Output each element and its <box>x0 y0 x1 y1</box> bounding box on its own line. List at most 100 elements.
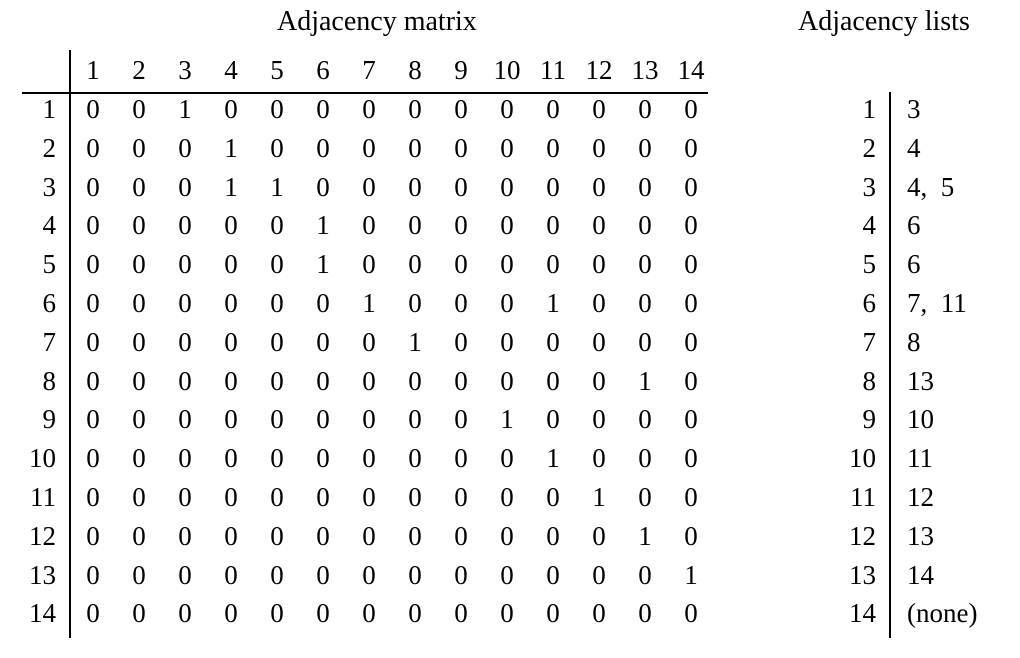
list-neighbors: (none) <box>907 598 978 629</box>
matrix-cell: 0 <box>224 249 238 280</box>
row-header: 1 <box>42 94 57 124</box>
matrix-cell: 0 <box>224 288 238 318</box>
matrix-cell: 0 <box>178 598 192 629</box>
list-neighbors: 3 <box>907 94 921 124</box>
matrix-cell: 0 <box>638 210 652 241</box>
row-header: 3 <box>42 171 57 202</box>
list-row: 13 14 <box>800 559 1015 598</box>
matrix-cell: 0 <box>362 210 376 241</box>
matrix-cell: 1 <box>500 404 514 435</box>
matrix-cell: 1 <box>178 94 192 124</box>
row-header: 2 <box>42 132 57 163</box>
matrix-cell: 0 <box>408 443 422 474</box>
matrix-cell: 1 <box>408 326 422 357</box>
matrix-cell: 0 <box>684 171 698 202</box>
matrix-cell: 0 <box>638 404 652 435</box>
matrix-cell: 0 <box>454 94 468 124</box>
list-node: 1 <box>862 94 877 124</box>
matrix-cell: 0 <box>638 559 652 590</box>
matrix-cell: 0 <box>224 210 238 241</box>
list-row: 78 <box>800 326 1015 365</box>
matrix-cell: 0 <box>408 482 422 512</box>
matrix-cell: 0 <box>362 598 376 629</box>
matrix-cell: 0 <box>500 288 514 318</box>
matrix-cell: 0 <box>546 404 560 435</box>
list-node: 7 <box>862 326 877 357</box>
matrix-cell: 0 <box>592 365 606 396</box>
matrix-cell: 0 <box>454 326 468 357</box>
list-row: 8 13 <box>800 365 1015 404</box>
matrix-cell: 0 <box>224 404 238 435</box>
matrix-cell: 0 <box>684 94 698 124</box>
matrix-cell: 1 <box>638 520 652 551</box>
matrix-cell: 0 <box>224 482 238 512</box>
matrix-cell: 1 <box>224 132 238 163</box>
matrix-cell: 0 <box>546 482 560 512</box>
list-node: 10 <box>849 443 876 474</box>
matrix-cell: 0 <box>638 598 652 629</box>
matrix-cell: 0 <box>592 171 606 202</box>
matrix-cell: 0 <box>592 598 606 629</box>
matrix-cell: 0 <box>362 482 376 512</box>
matrix-cell: 0 <box>132 210 146 241</box>
matrix-cell: 0 <box>546 249 560 280</box>
matrix-cell: 0 <box>592 249 606 280</box>
matrix-cell: 0 <box>132 365 146 396</box>
list-neighbors: 4, 5 <box>907 171 955 202</box>
matrix-cell: 0 <box>408 210 422 241</box>
matrix-cell: 0 <box>638 132 652 163</box>
column-header: 14 <box>677 55 705 85</box>
matrix-cell: 0 <box>132 520 146 551</box>
matrix-cell: 0 <box>132 404 146 435</box>
matrix-cell: 0 <box>132 598 146 629</box>
matrix-title: Adjacency matrix <box>277 6 477 37</box>
list-node: 11 <box>850 482 876 512</box>
matrix-cell: 0 <box>270 132 284 163</box>
matrix-cell: 0 <box>454 288 468 318</box>
matrix-cell: 0 <box>132 288 146 318</box>
row-header: 8 <box>42 365 57 396</box>
matrix-cell: 0 <box>270 598 284 629</box>
matrix-cell: 0 <box>178 365 192 396</box>
matrix-cell: 0 <box>638 171 652 202</box>
matrix-cell: 0 <box>546 132 560 163</box>
list-node: 5 <box>862 249 877 280</box>
row-header: 13 <box>29 559 56 590</box>
matrix-cell: 0 <box>270 288 284 318</box>
matrix-cell: 0 <box>638 482 652 512</box>
matrix-cell: 0 <box>86 559 100 590</box>
matrix-cell: 0 <box>178 520 192 551</box>
matrix-cell: 0 <box>270 559 284 590</box>
matrix-cell: 0 <box>454 210 468 241</box>
matrix-cell: 0 <box>638 326 652 357</box>
matrix-cell: 0 <box>362 365 376 396</box>
matrix-cell: 0 <box>546 94 560 124</box>
list-row: 10 11 <box>800 442 1015 481</box>
matrix-cell: 0 <box>500 171 514 202</box>
matrix-cell: 0 <box>132 249 146 280</box>
matrix-cell: 0 <box>316 94 330 124</box>
matrix-cell: 1 <box>684 559 698 590</box>
column-header: 4 <box>224 55 238 85</box>
matrix-cell: 0 <box>592 210 606 241</box>
matrix-cell: 0 <box>86 326 100 357</box>
matrix-cell: 0 <box>86 210 100 241</box>
row-header: 7 <box>42 326 57 357</box>
matrix-cell: 0 <box>500 443 514 474</box>
row-header: 5 <box>42 249 57 280</box>
column-header: 9 <box>454 55 468 85</box>
matrix-cell: 0 <box>86 520 100 551</box>
matrix-cell: 0 <box>408 365 422 396</box>
matrix-cell: 0 <box>362 404 376 435</box>
matrix-cell: 0 <box>546 559 560 590</box>
matrix-cell: 0 <box>638 94 652 124</box>
column-header: 3 <box>178 55 192 85</box>
matrix-cell: 0 <box>316 559 330 590</box>
matrix-cell: 0 <box>316 404 330 435</box>
matrix-cell: 0 <box>270 326 284 357</box>
matrix-cell: 0 <box>362 520 376 551</box>
list-neighbors: 8 <box>907 326 921 357</box>
matrix-cell: 0 <box>684 404 698 435</box>
matrix-cell: 0 <box>132 443 146 474</box>
matrix-cell: 0 <box>684 598 698 629</box>
